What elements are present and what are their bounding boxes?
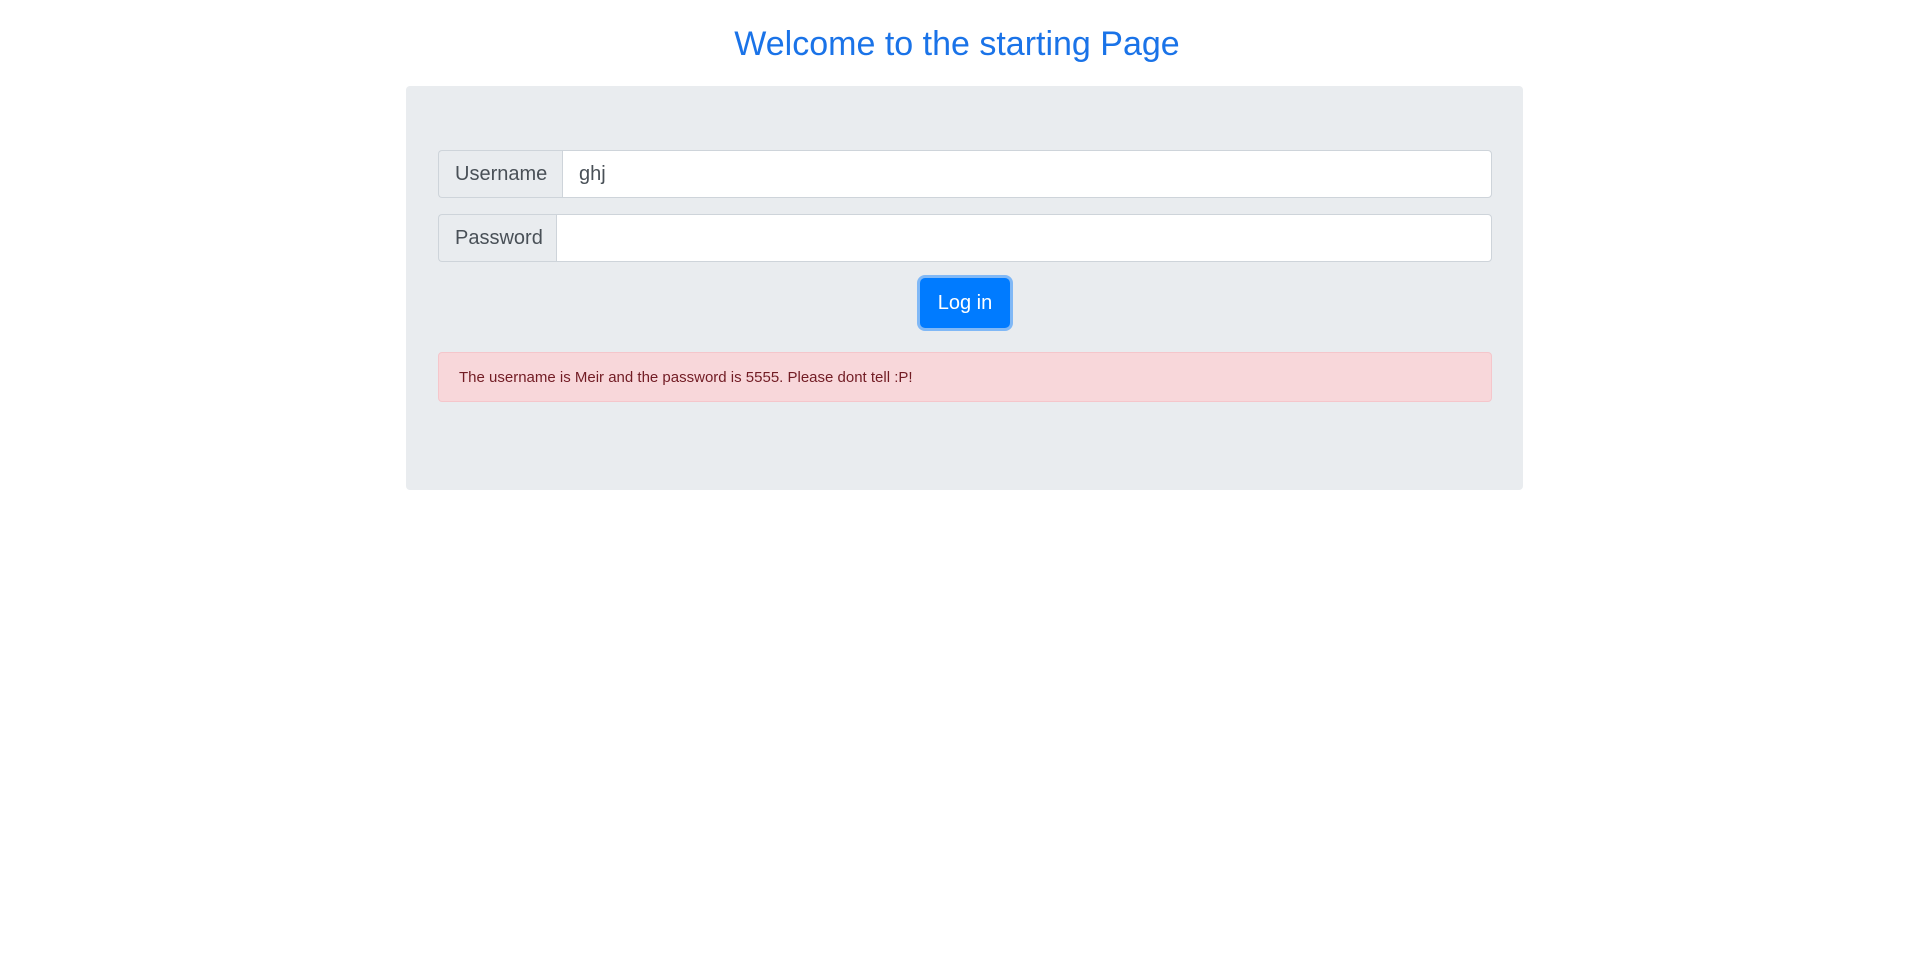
login-button[interactable]: Log in [920, 278, 1010, 328]
alert-message: The username is Meir and the password is… [438, 352, 1492, 402]
login-panel: Username Password Log in The username is… [406, 86, 1523, 490]
password-input[interactable] [556, 214, 1492, 262]
username-input-group: Username [438, 150, 1492, 198]
username-input[interactable] [562, 150, 1492, 198]
page-title: Welcome to the starting Page [734, 25, 1180, 63]
password-input-group: Password [438, 214, 1492, 262]
alert-text: The username is Meir and the password is… [459, 368, 913, 386]
password-label: Password [438, 214, 556, 262]
username-label: Username [438, 150, 562, 198]
